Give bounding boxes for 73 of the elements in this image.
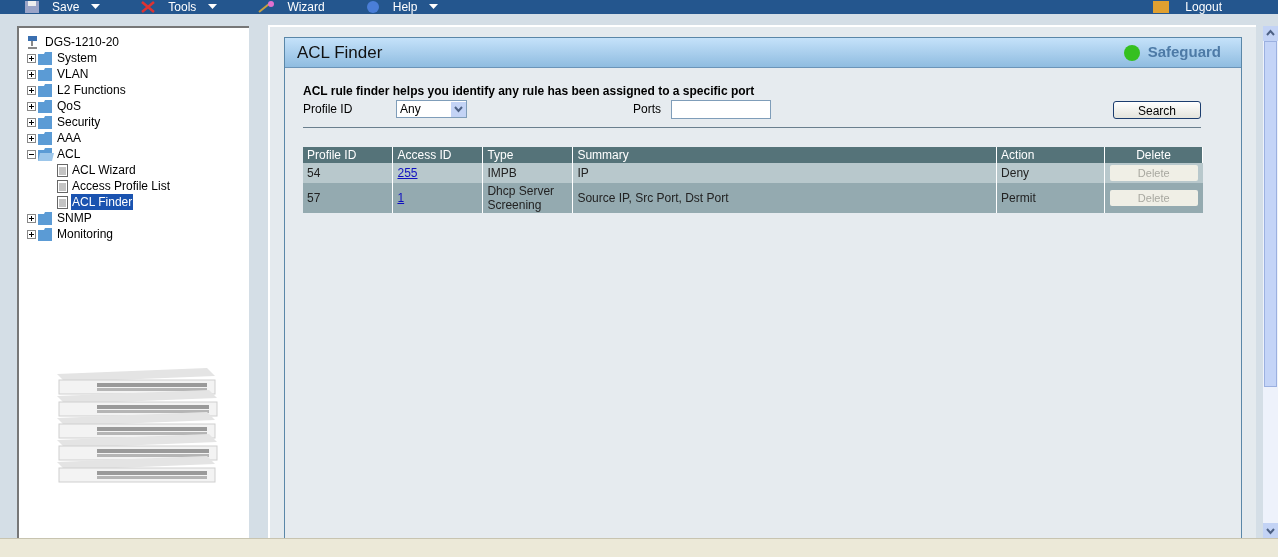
scrollbar[interactable] xyxy=(1263,26,1278,538)
caret-icon xyxy=(91,4,101,10)
folder-icon xyxy=(38,131,54,145)
ports-field[interactable] xyxy=(671,99,771,119)
folder-icon xyxy=(38,51,54,65)
menu-button[interactable]: Wizard xyxy=(257,0,341,14)
panel-title: ACL Finder xyxy=(297,41,383,64)
table-cell: 57 xyxy=(303,183,393,213)
column-header: Access ID xyxy=(392,147,483,163)
folder-icon xyxy=(38,67,54,81)
expand-icon[interactable] xyxy=(27,53,36,63)
caret-icon xyxy=(429,4,439,10)
tree-item[interactable]: QoS xyxy=(56,98,82,114)
tree-item[interactable]: ACL xyxy=(56,146,82,162)
logout-button[interactable]: Logout xyxy=(1153,0,1278,14)
help-icon xyxy=(364,1,381,13)
menu-button[interactable]: Tools xyxy=(140,0,234,14)
tree-item[interactable]: ACL Finder xyxy=(71,194,134,210)
column-header: Type xyxy=(482,147,573,163)
table-cell: Source IP, Src Port, Dst Port xyxy=(572,183,997,213)
table-cell: IMPB xyxy=(482,163,573,183)
expand-icon[interactable] xyxy=(27,229,36,239)
document-icon xyxy=(57,195,68,209)
menu-button[interactable]: Help xyxy=(364,0,455,14)
scroll-thumb[interactable] xyxy=(1264,41,1277,387)
safeguard-label: Safeguard xyxy=(1147,42,1221,63)
column-header: Delete xyxy=(1104,147,1203,163)
table-cell: Deny xyxy=(996,163,1105,183)
tree-item[interactable]: AAA xyxy=(56,130,82,146)
menu-button[interactable]: Save xyxy=(24,0,117,14)
tree-item[interactable]: Security xyxy=(56,114,102,130)
status-dot-icon xyxy=(1123,44,1140,61)
tree-item[interactable]: System xyxy=(56,50,98,66)
field-label: Ports xyxy=(633,101,662,118)
tree-item[interactable]: Monitoring xyxy=(56,226,115,242)
table-cell: Permit xyxy=(996,183,1105,213)
folder-icon xyxy=(38,99,54,113)
scroll-up-icon[interactable] xyxy=(1263,26,1278,41)
table-cell: 54 xyxy=(303,163,393,183)
table-cell: Dhcp Server Screening xyxy=(482,183,573,213)
tree-item[interactable]: Access Profile List xyxy=(71,178,172,194)
column-header: Summary xyxy=(572,147,997,163)
tools-icon xyxy=(140,1,157,13)
folder-icon xyxy=(38,211,54,225)
table-cell: IP xyxy=(572,163,997,183)
search-button[interactable]: Search xyxy=(1113,101,1201,119)
column-header: Profile ID xyxy=(303,147,393,163)
expand-icon[interactable] xyxy=(27,117,36,127)
description-text: ACL rule finder helps you identify any rule has been assigned to a specific port xyxy=(303,84,756,98)
expand-icon[interactable] xyxy=(27,69,36,79)
expand-icon[interactable] xyxy=(27,85,36,95)
tree-item[interactable]: VLAN xyxy=(56,66,90,82)
tree-root[interactable]: DGS-1210-20 xyxy=(45,34,120,50)
document-icon xyxy=(57,163,68,177)
column-header: Action xyxy=(996,147,1105,163)
tree-item[interactable]: ACL Wizard xyxy=(71,162,137,178)
expand-icon[interactable] xyxy=(27,133,36,143)
expand-icon[interactable] xyxy=(27,101,36,111)
expand-icon[interactable] xyxy=(27,213,36,223)
dropdown-icon xyxy=(451,101,466,117)
open-folder-icon xyxy=(38,147,54,161)
field-label: Profile ID xyxy=(303,101,354,118)
tree-item[interactable]: SNMP xyxy=(56,210,93,226)
document-icon xyxy=(57,179,68,193)
profile-id-select[interactable]: Any xyxy=(396,100,467,118)
caret-icon xyxy=(208,4,218,10)
folder-icon xyxy=(38,83,54,97)
wand-icon xyxy=(257,1,276,13)
folder-icon xyxy=(38,227,54,241)
collapse-icon[interactable] xyxy=(27,149,36,159)
folder-icon xyxy=(38,115,54,129)
scroll-down-icon[interactable] xyxy=(1263,523,1278,538)
tree-item[interactable]: L2 Functions xyxy=(56,82,127,98)
